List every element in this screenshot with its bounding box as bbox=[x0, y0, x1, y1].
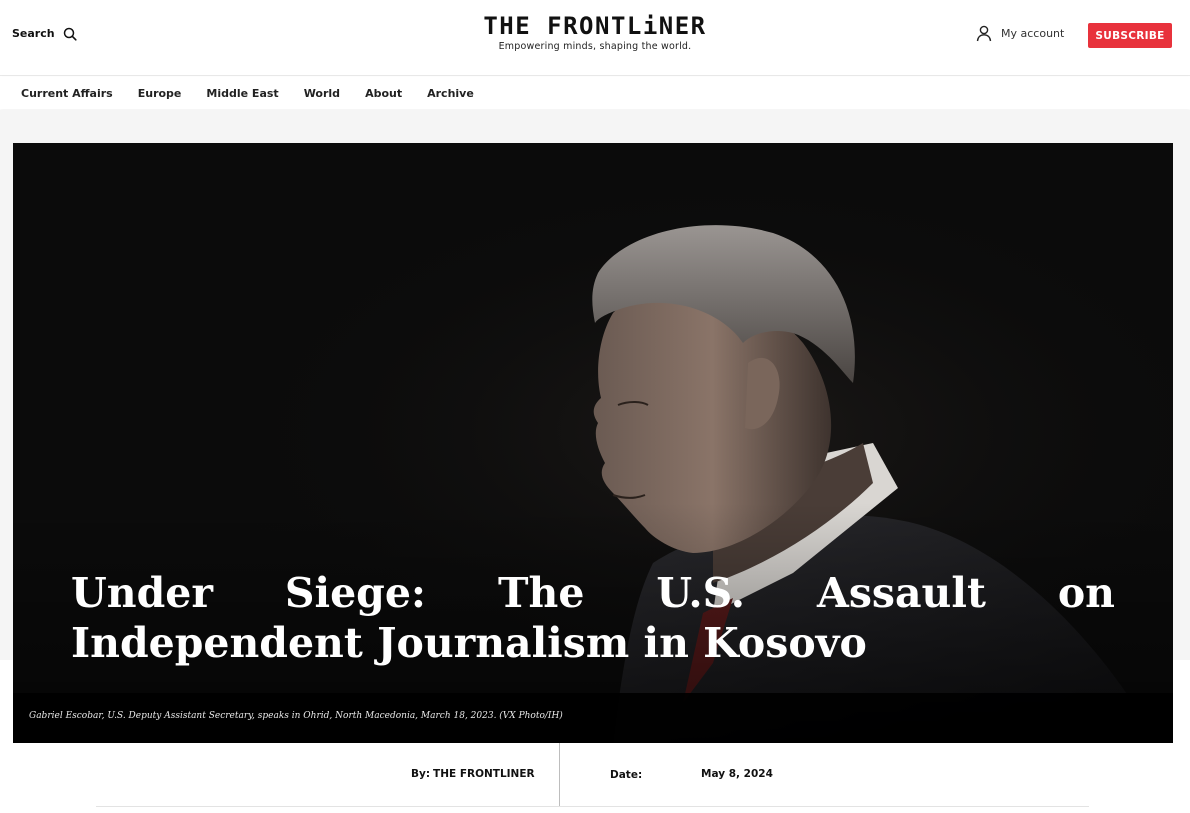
user-icon bbox=[975, 24, 993, 42]
meta-divider bbox=[559, 743, 560, 806]
nav-item-world[interactable]: World bbox=[304, 87, 340, 100]
nav-item-about[interactable]: About bbox=[365, 87, 402, 100]
nav-item-middle-east[interactable]: Middle East bbox=[206, 87, 278, 100]
byline-label: By: bbox=[411, 768, 431, 780]
byline: By: THE FRONTLINER bbox=[411, 768, 535, 780]
article-title: Under Siege: The U.S. Assault on Indepen… bbox=[71, 569, 1115, 667]
author-name[interactable]: THE FRONTLINER bbox=[433, 768, 535, 780]
my-account-link[interactable]: My account bbox=[975, 24, 1064, 42]
photo-caption: Gabriel Escobar, U.S. Deputy Assistant S… bbox=[29, 711, 563, 721]
publish-date: May 8, 2024 bbox=[701, 768, 773, 780]
subscribe-button[interactable]: SUBSCRIBE bbox=[1088, 23, 1172, 48]
date-label: Date: bbox=[610, 769, 643, 781]
nav-item-archive[interactable]: Archive bbox=[427, 87, 474, 100]
main-nav: Current Affairs Europe Middle East World… bbox=[0, 77, 1190, 109]
my-account-label: My account bbox=[1001, 26, 1065, 40]
hero-section: Under Siege: The U.S. Assault on Indepen… bbox=[13, 143, 1173, 743]
nav-item-europe[interactable]: Europe bbox=[138, 87, 182, 100]
logo-tagline: Empowering minds, shaping the world. bbox=[498, 41, 692, 52]
site-header: Search THE FRONTLiNER Empowering minds, … bbox=[0, 0, 1190, 76]
nav-item-current-affairs[interactable]: Current Affairs bbox=[21, 87, 113, 100]
article-meta: By: THE FRONTLINER Date: May 8, 2024 bbox=[96, 743, 1089, 807]
photo-caption-bar: Gabriel Escobar, U.S. Deputy Assistant S… bbox=[13, 693, 1173, 743]
